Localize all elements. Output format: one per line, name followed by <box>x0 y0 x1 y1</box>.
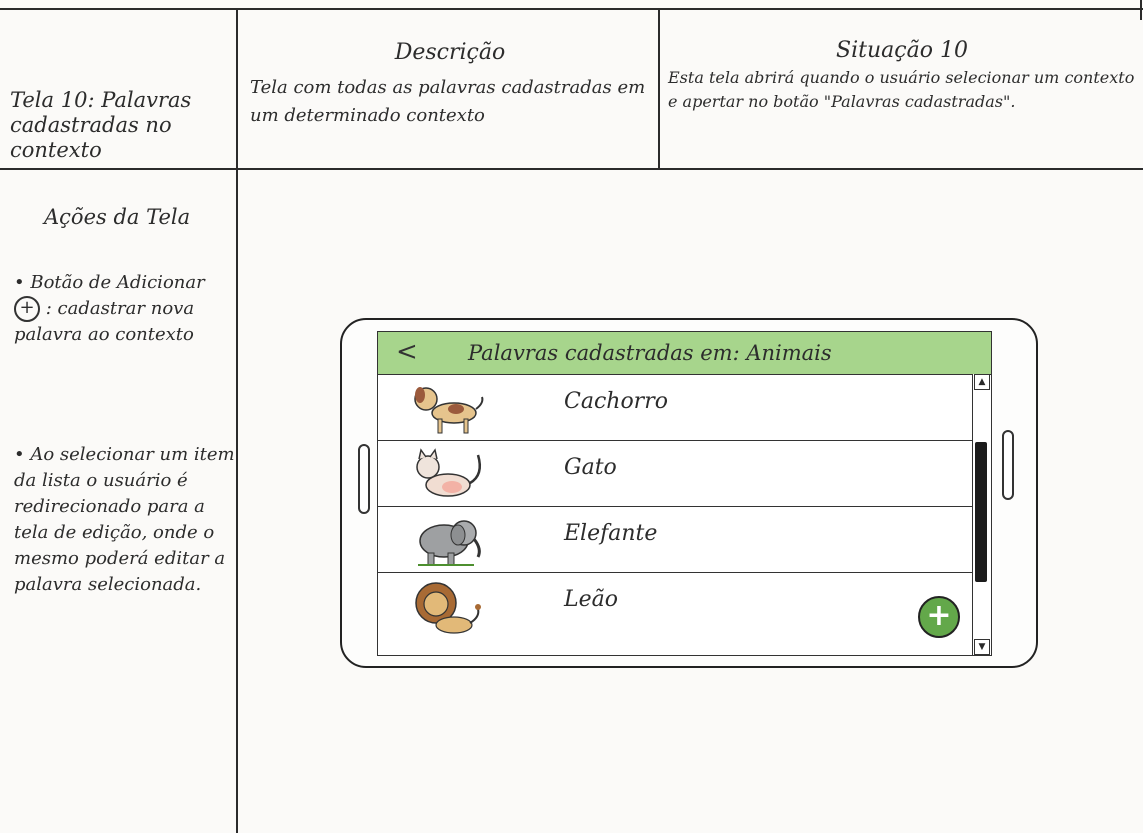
add-word-button[interactable]: + <box>918 596 960 638</box>
word-label: Leão <box>564 587 618 612</box>
elephant-icon <box>418 520 481 566</box>
list-item[interactable]: Gato <box>378 441 972 507</box>
plus-circle-icon: + <box>14 296 40 322</box>
app-bar: < Palavras cadastradas em: Animais <box>378 332 991 375</box>
add-button-label: • Botão de Adicionar <box>14 272 205 293</box>
list-item[interactable]: Leão <box>378 573 972 638</box>
dog-icon <box>414 387 484 434</box>
scroll-down-arrow-icon[interactable]: ▼ <box>974 639 990 655</box>
word-label: Cachorro <box>564 389 668 414</box>
scrollbar[interactable]: ▲ ▼ <box>972 374 990 655</box>
col-divider-1 <box>236 10 238 833</box>
word-label: Elefante <box>564 521 658 546</box>
situation-text: Esta tela abrirá quando o usuário seleci… <box>668 68 1135 111</box>
right-border <box>1140 0 1142 20</box>
back-arrow-icon[interactable]: < <box>396 337 418 367</box>
screen-title: Tela 10: Palavras cadastradas no context… <box>10 88 192 162</box>
actions-heading: Ações da Tela <box>44 205 191 229</box>
phone-left-button <box>358 444 370 514</box>
phone-right-button <box>1002 430 1014 500</box>
scroll-up-arrow-icon[interactable]: ▲ <box>974 374 990 390</box>
description-heading: Descrição <box>394 40 506 65</box>
lion-icon <box>415 582 481 634</box>
cat-icon <box>416 448 481 497</box>
add-button-desc: : cadastrar nova palavra ao contexto <box>14 298 195 345</box>
situation-heading: Situação 10 <box>836 38 968 63</box>
phone-screen: < Palavras cadastradas em: Animais Cacho… <box>377 331 992 656</box>
word-label: Gato <box>564 455 617 480</box>
top-border <box>0 8 1143 10</box>
action-select-note: • Ao selecionar um item da lista o usuár… <box>14 444 235 595</box>
scroll-thumb[interactable] <box>975 442 987 582</box>
list-item[interactable]: Elefante <box>378 507 972 573</box>
description-text: Tela com todas as palavras cadastradas e… <box>250 77 646 126</box>
app-bar-title: Palavras cadastradas em: Animais <box>468 341 832 365</box>
list-item[interactable]: Cachorro <box>378 375 972 441</box>
header-divider <box>0 168 1143 170</box>
action-add-note: • Botão de Adicionar + : cadastrar nova … <box>14 270 239 348</box>
